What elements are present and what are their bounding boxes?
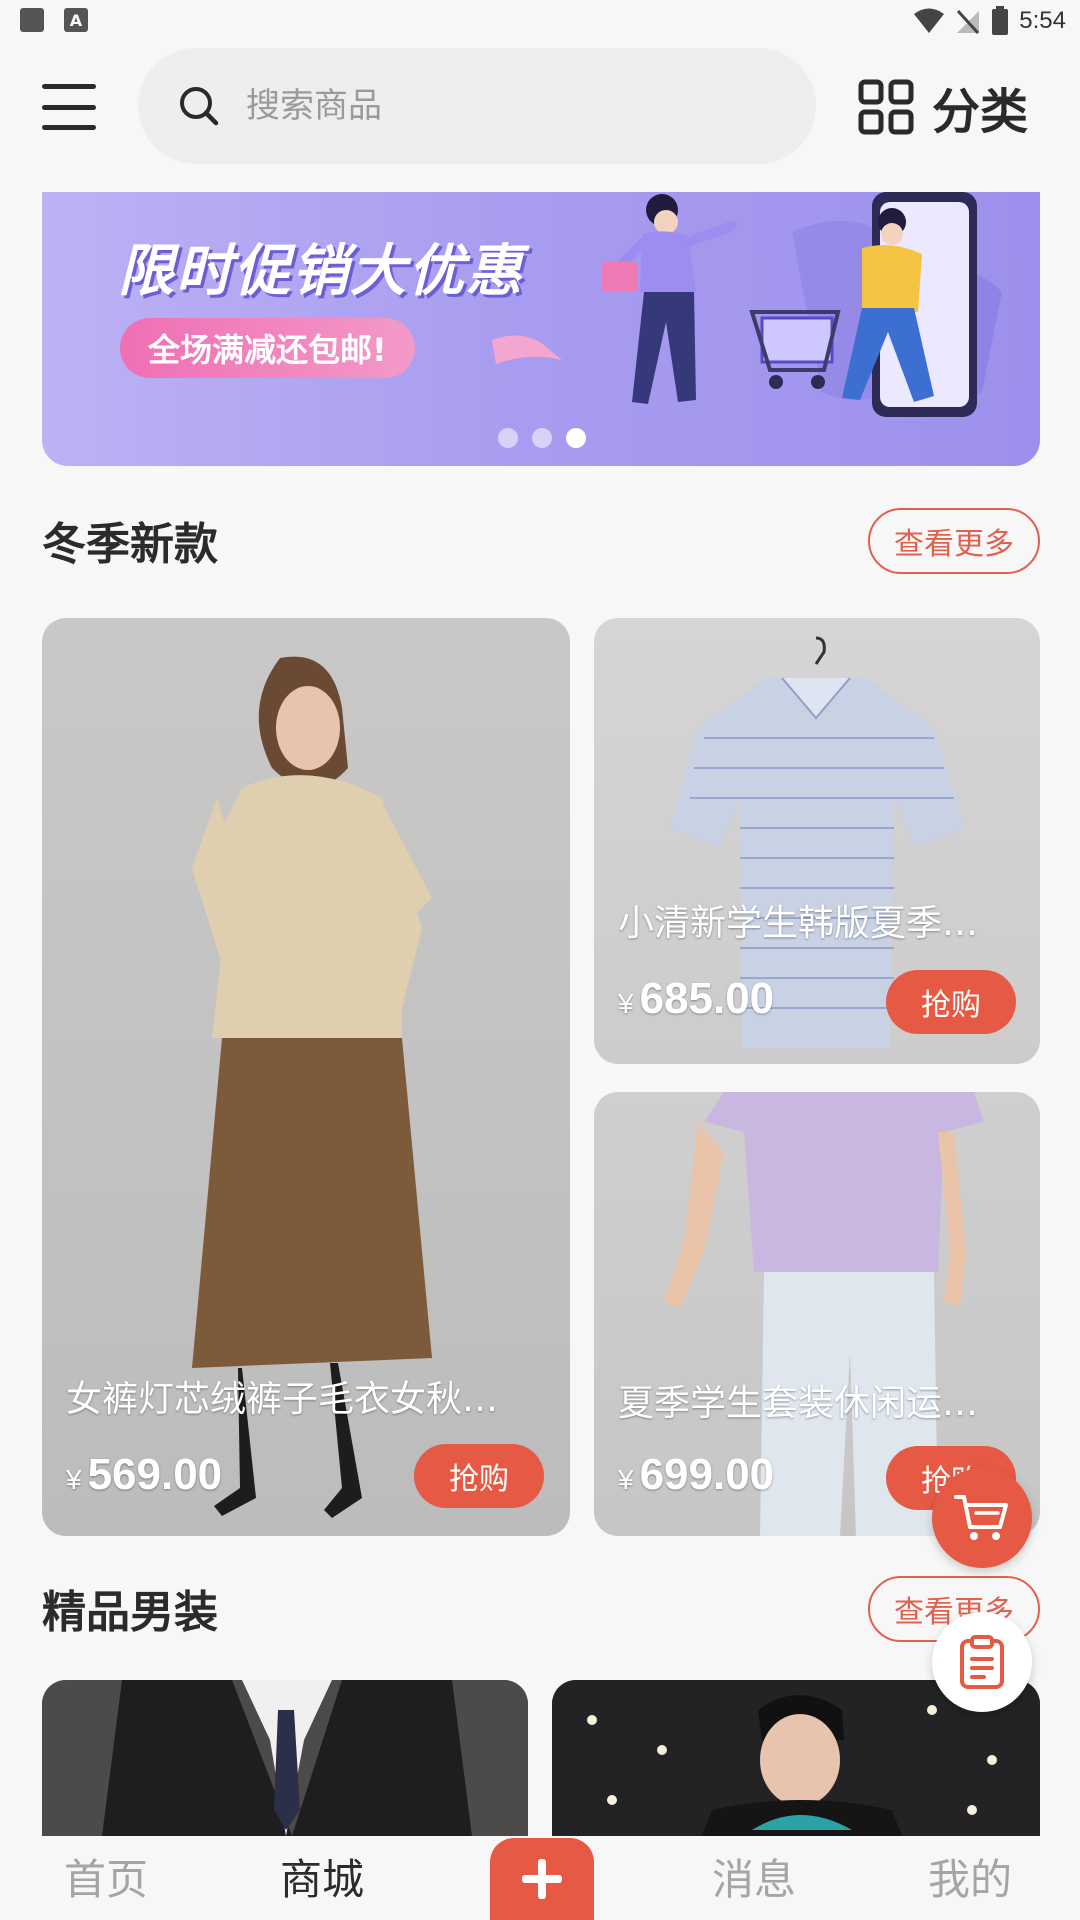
bottom-nav: 首页 商城 消息 我的 (0, 1836, 1080, 1920)
carousel-dot[interactable] (498, 428, 518, 448)
section-title-winter: 冬季新款 (42, 519, 218, 570)
section-title-menswear: 精品男装 (42, 1587, 218, 1638)
clipboard-icon (960, 1635, 1004, 1689)
nav-mall[interactable]: 商城 (280, 1846, 364, 1907)
product-image-suit (42, 1680, 528, 1836)
category-button[interactable]: 分类 (858, 72, 1028, 142)
currency-symbol: ¥ (618, 988, 634, 1019)
nav-messages[interactable]: 消息 (712, 1846, 796, 1907)
orders-fab[interactable] (932, 1612, 1032, 1712)
product-card[interactable]: 小清新学生韩版夏季… ¥ 685.00 抢购 (594, 618, 1040, 1064)
product-card[interactable] (42, 1680, 528, 1836)
view-more-button[interactable]: 查看更多 (868, 508, 1040, 574)
nav-home[interactable]: 首页 (64, 1846, 148, 1907)
product-price: ¥ 685.00 (618, 974, 774, 1024)
currency-symbol: ¥ (66, 1464, 82, 1495)
buy-now-button[interactable]: 抢购 (886, 970, 1016, 1034)
price-value: 699.00 (639, 1450, 775, 1499)
plus-icon (522, 1859, 562, 1899)
menu-icon[interactable] (40, 82, 98, 132)
font-a-icon (64, 8, 88, 32)
grid-icon (858, 79, 914, 135)
carousel-dot-active[interactable] (566, 428, 586, 448)
clock: 5:54 (1019, 7, 1066, 34)
currency-symbol: ¥ (618, 1464, 634, 1495)
product-name: 夏季学生套装休闲运… (618, 1383, 979, 1424)
product-name: 小清新学生韩版夏季… (618, 903, 979, 944)
wifi-icon (914, 8, 945, 33)
product-price: ¥ 699.00 (618, 1450, 774, 1500)
price-value: 685.00 (639, 974, 775, 1023)
search-icon (180, 87, 219, 126)
battery-icon (992, 6, 1009, 35)
category-label: 分类 (932, 84, 1029, 140)
price-value: 569.00 (87, 1450, 223, 1499)
banner-subtitle: 全场满减还包邮! (120, 318, 415, 378)
add-button[interactable] (490, 1838, 594, 1920)
product-name: 女裤灯芯绒裤子毛衣女秋… (66, 1379, 499, 1420)
carousel-indicator (498, 428, 586, 448)
status-bar: 5:54 (0, 0, 1080, 44)
shopping-illustration (602, 192, 1002, 417)
product-price: ¥ 569.00 (66, 1450, 222, 1500)
promo-banner[interactable]: 限时促销大优惠 全场满减还包邮! (42, 192, 1040, 466)
carousel-dot[interactable] (532, 428, 552, 448)
image-icon (20, 8, 44, 32)
no-signal-icon (957, 9, 980, 35)
search-input[interactable] (246, 86, 766, 126)
search-bar[interactable] (138, 48, 816, 164)
nav-profile[interactable]: 我的 (928, 1846, 1012, 1907)
product-card[interactable]: 女裤灯芯绒裤子毛衣女秋… ¥ 569.00 抢购 (42, 618, 570, 1536)
cart-icon (954, 1495, 1008, 1540)
buy-now-button[interactable]: 抢购 (414, 1444, 544, 1508)
banner-title: 限时促销大优惠 (118, 239, 524, 304)
banner-ribbon-icon (492, 335, 562, 364)
cart-fab[interactable] (932, 1468, 1032, 1568)
